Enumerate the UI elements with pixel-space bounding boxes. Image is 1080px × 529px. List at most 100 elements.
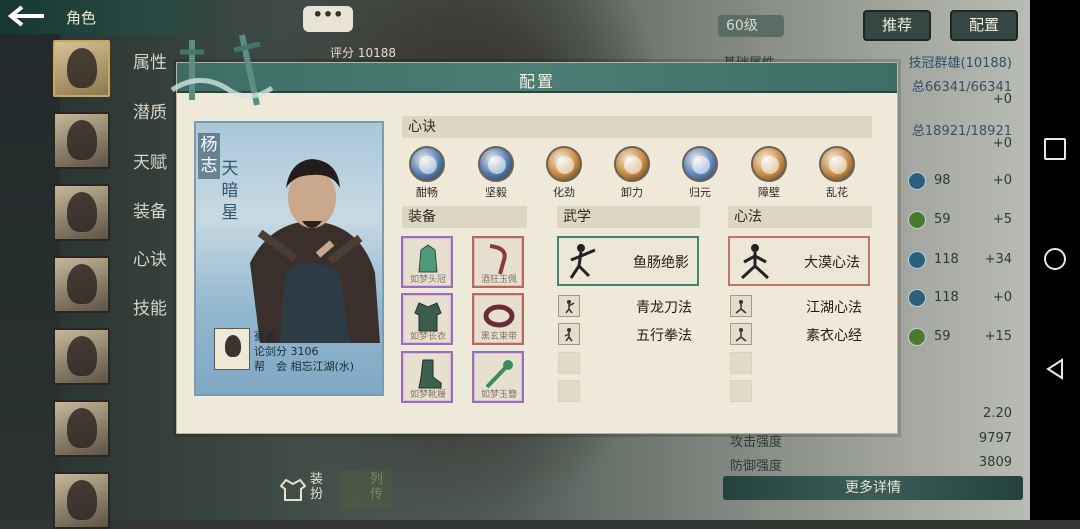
wuxue-skill-name: 五行拳法 (636, 328, 692, 344)
xinjue-label: 乱花 (826, 186, 848, 199)
story-button[interactable]: 列传 (340, 470, 392, 510)
equipment-section-header: 装备 (402, 206, 527, 228)
wuxue-empty-slot[interactable] (558, 352, 580, 374)
recents-icon[interactable] (1044, 138, 1066, 160)
xinjue-slot[interactable]: 化劲 (539, 146, 589, 206)
tab-equipment[interactable]: 装备 (133, 197, 167, 222)
meditation-figure-icon (740, 244, 770, 280)
equipment-name: 如梦头冠 (409, 275, 446, 285)
wuxue-section-header: 武学 (557, 206, 700, 228)
equipment-name: 酒狂玉佩 (480, 275, 517, 285)
xinjue-slot[interactable]: 酣畅 (402, 146, 452, 206)
defense-label: 防御强度 (730, 459, 783, 474)
equipment-name: 黑玄束带 (480, 332, 517, 342)
boots-icon (418, 359, 442, 389)
hero-portrait[interactable] (53, 40, 110, 97)
page-title: 角色 (66, 9, 97, 27)
xinjue-label: 归元 (689, 186, 711, 199)
xinjue-icon (819, 146, 855, 182)
story-label: 列传 (370, 472, 384, 502)
attack-value: 9797 (978, 431, 1012, 446)
wuxue-skill-slot[interactable] (558, 323, 580, 345)
xinfa-main-skill[interactable]: 大漠心法 (728, 236, 870, 286)
xinjue-slot[interactable]: 乱花 (812, 146, 862, 206)
meditation-figure-icon (735, 300, 747, 314)
xinjue-slot[interactable]: 坚毅 (471, 146, 521, 206)
dialog-header: 配置 (177, 63, 897, 93)
xinfa-empty-slot[interactable] (730, 380, 752, 402)
xinfa-section-header: 心法 (728, 206, 872, 228)
xinjue-slot[interactable]: 卸力 (607, 146, 657, 206)
xinjue-slot[interactable]: 归元 (675, 146, 725, 206)
hero-portrait[interactable] (53, 328, 110, 385)
equipment-slot[interactable]: 酒狂玉佩 (472, 236, 524, 288)
hero-portrait[interactable] (53, 472, 110, 529)
equipment-slot[interactable]: 如梦头冠 (401, 236, 453, 288)
xinjue-label: 酣畅 (416, 186, 438, 199)
dress-button[interactable]: 装扮 (278, 470, 330, 510)
xinfa-skill-name: 江湖心法 (806, 300, 862, 316)
wuxue-main-skill[interactable]: 鱼肠绝影 (557, 236, 699, 286)
gang-name: 帮 会 相忘江湖(水) (254, 360, 355, 373)
hero-portrait[interactable] (53, 112, 110, 169)
back-arrow-icon[interactable] (7, 5, 48, 29)
stat-bonus: +0 (992, 173, 1012, 188)
stat-bonus: +5 (992, 212, 1012, 227)
xinjue-slot[interactable]: 障壁 (744, 146, 794, 206)
tab-xinjue[interactable]: 心诀 (133, 245, 167, 270)
config-button[interactable]: 配置 (950, 10, 1018, 41)
equipment-slot[interactable]: 如梦靴履 (401, 351, 453, 403)
martial-figure-icon (569, 244, 596, 279)
martial-figure-icon (564, 328, 573, 342)
player-avatar (214, 328, 250, 370)
headgear-icon (418, 244, 438, 273)
crossed-swords-ornament (170, 34, 274, 106)
xinjue-icon (751, 146, 787, 182)
left-sidebar (0, 0, 60, 520)
robe-armor-icon (414, 302, 442, 332)
recommend-button[interactable]: 推荐 (863, 10, 931, 41)
chat-bubble[interactable]: ••• (303, 6, 353, 32)
equipment-name: 如梦玉簪 (480, 390, 517, 400)
hero-illustration (250, 159, 380, 343)
wuxue-empty-slot[interactable] (558, 380, 580, 402)
tab-talent[interactable]: 天赋 (133, 148, 167, 173)
robe-icon (280, 478, 306, 501)
equipment-slot[interactable]: 如梦长衣 (401, 293, 453, 345)
mp-bonus: +0 (992, 136, 1012, 151)
level-badge: 60级 (718, 15, 784, 37)
xinjue-section-header: 心诀 (402, 116, 872, 138)
defense-value: 3809 (978, 455, 1012, 470)
meditation-figure-icon (735, 328, 747, 342)
stat-bonus: +15 (984, 329, 1012, 344)
xinfa-empty-slot[interactable] (730, 352, 752, 374)
xinfa-skill-slot[interactable] (730, 323, 752, 345)
hero-portrait[interactable] (53, 184, 110, 241)
hero-portrait[interactable] (53, 256, 110, 313)
xinjue-icon (614, 146, 650, 182)
top-bar: 角色 (0, 0, 235, 34)
xinfa-main-name: 大漠心法 (804, 255, 860, 271)
guild-label: 豪義 (254, 330, 276, 343)
dialog-title: 配置 (518, 72, 555, 91)
xinjue-icon (409, 146, 445, 182)
equipment-slot[interactable]: 如梦玉簪 (472, 351, 524, 403)
xinjue-label: 卸力 (621, 186, 643, 199)
xinjue-label: 坚毅 (485, 186, 507, 199)
xinfa-skill-name: 素衣心经 (806, 328, 862, 344)
xinjue-label: 障壁 (758, 186, 780, 199)
equipment-name: 如梦靴履 (409, 390, 446, 400)
nav-back-icon[interactable] (1044, 358, 1066, 380)
pendant-icon (489, 244, 507, 275)
more-details-button[interactable]: 更多详情 (723, 476, 1023, 500)
hero-portrait[interactable] (53, 400, 110, 457)
home-icon[interactable] (1044, 248, 1066, 270)
score-text: 评分 10188 (330, 46, 396, 60)
hairpin-icon (485, 360, 513, 389)
equipment-slot[interactable]: 黑玄束带 (472, 293, 524, 345)
xinjue-icon (546, 146, 582, 182)
tab-skills[interactable]: 技能 (133, 294, 167, 319)
xinfa-skill-slot[interactable] (730, 295, 752, 317)
xinjue-icon (682, 146, 718, 182)
wuxue-skill-slot[interactable] (558, 295, 580, 317)
